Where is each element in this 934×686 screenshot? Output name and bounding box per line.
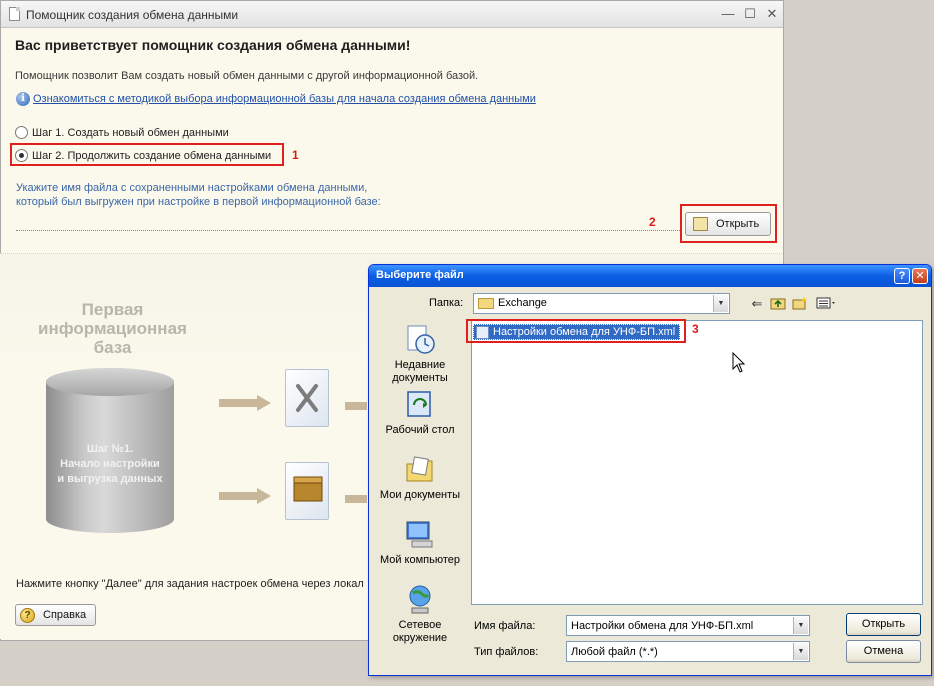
annotation-2: 2: [649, 215, 656, 229]
folder-icon: [478, 298, 494, 309]
back-icon[interactable]: ⇐: [748, 296, 766, 312]
settings-file-path-input[interactable]: [16, 215, 680, 231]
first-database-label: Первая информационная база: [30, 300, 195, 357]
close-button[interactable]: ✕: [764, 6, 780, 22]
dialog-open-button[interactable]: Открыть: [846, 613, 921, 636]
annotation-3: 3: [692, 322, 699, 336]
open-file-label: Открыть: [716, 218, 760, 230]
my-documents-icon[interactable]: [404, 454, 436, 486]
open-file-button[interactable]: Открыть: [685, 212, 771, 236]
chevron-down-icon[interactable]: ▼: [713, 295, 728, 312]
methodology-link[interactable]: Ознакомиться с методикой выбора информац…: [33, 93, 536, 105]
place-recent-line1: Недавние: [394, 359, 446, 371]
db-step-line1: Шаг №1.: [86, 443, 134, 455]
filetype-label: Тип файлов:: [474, 646, 539, 658]
filetype-value: Любой файл (*.*): [571, 646, 658, 658]
window-title: Помощник создания обмена данными: [26, 8, 239, 22]
database-top: [46, 368, 174, 396]
filetype-select[interactable]: Любой файл (*.*) ▼: [566, 641, 810, 662]
db-label-line3: база: [93, 338, 132, 357]
dialog-close-button[interactable]: ✕: [912, 268, 928, 284]
settings-document-icon: [285, 369, 329, 427]
place-network[interactable]: Сетевое окружение: [373, 619, 467, 645]
db-step-caption: Шаг №1. Начало настройки и выгрузка данн…: [46, 442, 174, 487]
place-my-documents[interactable]: Мои документы: [373, 489, 467, 502]
highlight-box-3: [466, 319, 686, 343]
filename-label: Имя файла:: [474, 620, 536, 632]
my-computer-icon[interactable]: [404, 519, 436, 551]
place-desktop[interactable]: Рабочий стол: [373, 424, 467, 437]
place-network-line1: Сетевое: [398, 619, 442, 631]
arrow-shaft: [345, 491, 367, 507]
place-desktop-label: Рабочий стол: [385, 424, 455, 436]
file-hint-line1: Укажите имя файла с сохраненными настрой…: [16, 182, 368, 194]
dialog-help-button[interactable]: ?: [894, 268, 910, 284]
db-step-line3: и выгрузка данных: [57, 473, 163, 485]
new-folder-icon[interactable]: [791, 296, 809, 312]
filename-input[interactable]: Настройки обмена для УНФ-БП.xml ▼: [566, 615, 810, 636]
arrow-right-icon: [219, 488, 271, 504]
maximize-button[interactable]: ☐: [742, 6, 758, 22]
assistant-titlebar: Помощник создания обмена данными — ☐ ✕: [1, 1, 783, 28]
desktop-background: [0, 642, 368, 686]
highlight-box-1: [10, 143, 284, 166]
place-my-computer[interactable]: Мой компьютер: [373, 554, 467, 567]
file-list[interactable]: [471, 320, 923, 605]
db-step-line2: Начало настройки: [60, 458, 160, 470]
description-text: Помощник позволит Вам создать новый обме…: [15, 70, 479, 82]
help-icon: ?: [20, 608, 35, 623]
step1-label[interactable]: Шаг 1. Создать новый обмен данными: [32, 127, 229, 139]
info-icon: i: [16, 92, 30, 106]
annotation-1: 1: [292, 148, 299, 162]
step1-radio[interactable]: [15, 126, 28, 139]
arrow-right-icon: [219, 395, 271, 411]
folder-value: Exchange: [498, 297, 547, 309]
file-hint-line2: который был выгружен при настройке в пер…: [16, 196, 381, 208]
document-icon: [9, 7, 20, 21]
dialog-titlebar: Выберите файл ? ✕: [369, 265, 931, 287]
recent-documents-icon[interactable]: [404, 323, 436, 355]
filename-value: Настройки обмена для УНФ-БП.xml: [571, 620, 754, 632]
db-label-line1: Первая: [81, 300, 144, 319]
desktop-icon[interactable]: [404, 389, 436, 421]
place-recent[interactable]: Недавние документы: [373, 359, 467, 385]
mouse-pointer-icon: [732, 352, 746, 373]
dialog-cancel-button[interactable]: Отмена: [846, 640, 921, 663]
db-label-line2: информационная: [38, 319, 187, 338]
package-document-icon: [285, 462, 329, 520]
network-icon[interactable]: [404, 584, 436, 616]
open-folder-icon: [693, 217, 708, 231]
place-my-computer-label: Мой компьютер: [379, 554, 461, 566]
page-title: Вас приветствует помощник создания обмен…: [15, 37, 411, 53]
place-recent-line2: документы: [392, 372, 448, 384]
help-button[interactable]: ? Справка: [15, 604, 96, 626]
folder-label: Папка:: [429, 297, 464, 309]
up-folder-icon[interactable]: [769, 296, 787, 312]
dialog-title: Выберите файл: [376, 269, 464, 281]
minimize-button[interactable]: —: [720, 6, 736, 22]
help-label: Справка: [43, 609, 87, 621]
view-menu-icon[interactable]: [815, 296, 839, 312]
place-network-line2: окружение: [392, 632, 448, 644]
chevron-down-icon[interactable]: ▼: [793, 643, 808, 660]
next-hint-text: Нажмите кнопку "Далее" для задания настр…: [16, 578, 364, 590]
chevron-down-icon[interactable]: ▼: [793, 617, 808, 634]
place-my-documents-label: Мои документы: [379, 489, 461, 501]
arrow-shaft: [345, 398, 367, 414]
folder-select[interactable]: Exchange ▼: [473, 293, 730, 314]
